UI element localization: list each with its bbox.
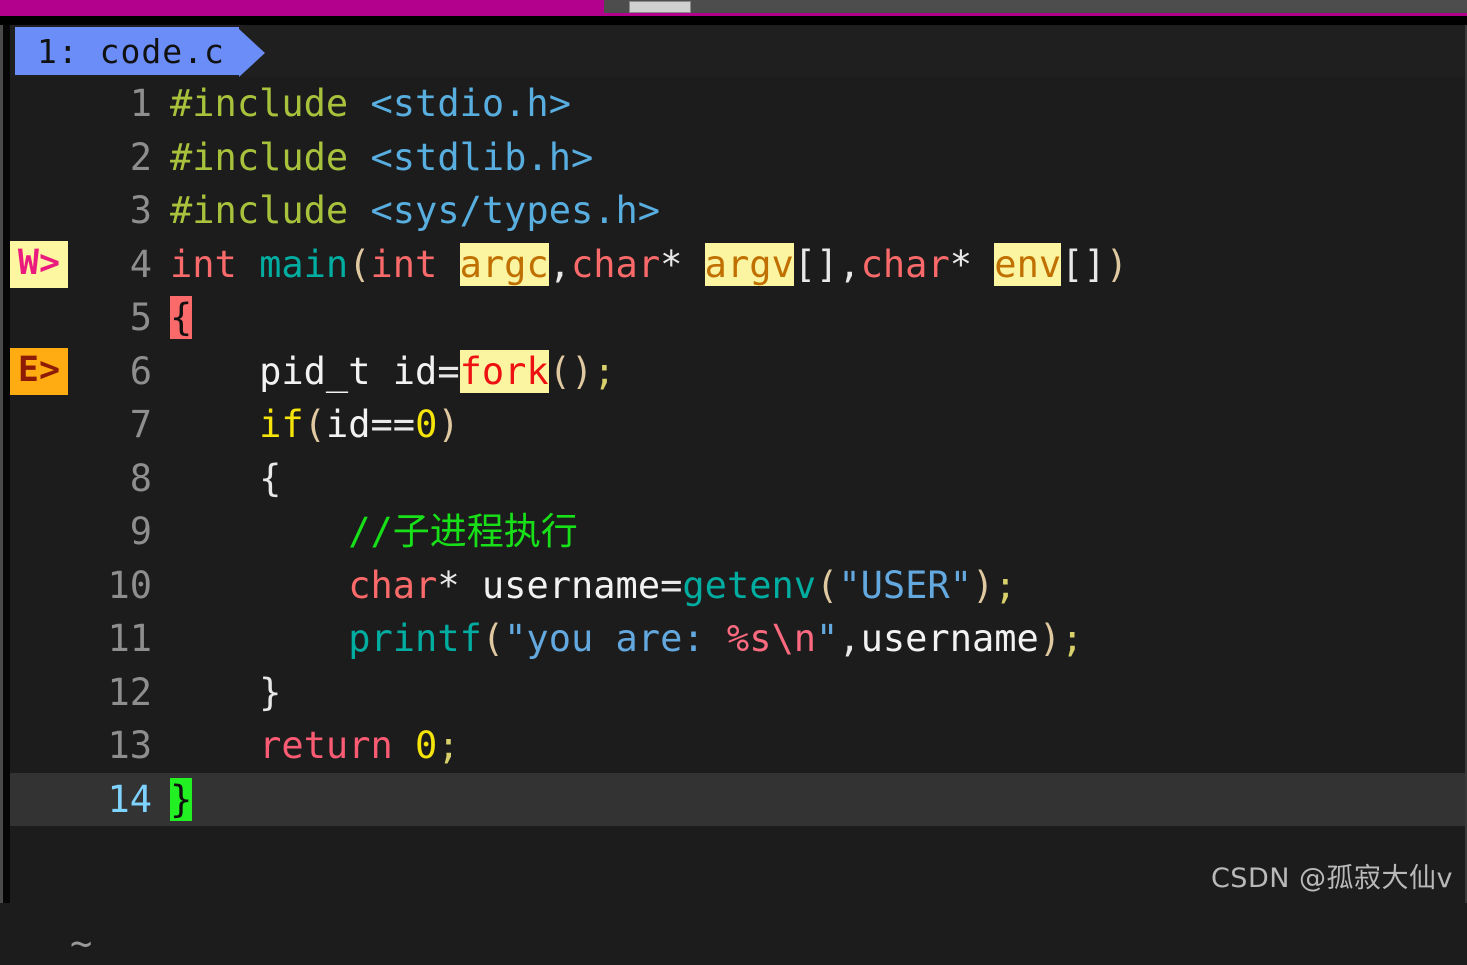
line-number: 7: [129, 403, 152, 446]
line-source: //子进程执行: [348, 510, 578, 553]
line-source: char* username=getenv("USER");: [348, 563, 1017, 607]
line-number: 9: [129, 510, 152, 553]
line-source: }: [259, 670, 282, 714]
line-source: printf("you are: %s\n",username);: [348, 617, 1084, 660]
code-line[interactable]: E> 6 pid_t id=fork();: [10, 345, 1465, 399]
line-source: int main(int argc,char* argv[],char* env…: [170, 242, 1128, 286]
browser-top-strip: [0, 0, 1467, 16]
line-number: 13: [107, 724, 152, 767]
line-source: #include <stdio.h>: [170, 82, 571, 125]
line-number: 11: [107, 617, 152, 660]
line-source: {: [259, 456, 282, 500]
horizontal-scrollbar-thumb[interactable]: [629, 1, 691, 13]
progress-bar: [0, 0, 604, 14]
text-cursor: }: [170, 777, 193, 821]
code-line[interactable]: 8 {: [10, 452, 1465, 506]
code-line[interactable]: 2 #include <stdlib.h>: [10, 131, 1465, 185]
tab-label: 1: code.c: [37, 31, 225, 71]
line-number: 10: [107, 563, 152, 607]
line-source: #include <sys/types.h>: [170, 189, 661, 232]
line-source: return 0;: [259, 724, 460, 767]
code-line[interactable]: 1 #include <stdio.h>: [10, 77, 1465, 131]
line-source: if(id==0): [259, 403, 460, 446]
code-line[interactable]: 5 {: [10, 291, 1465, 345]
tab-code-c[interactable]: 1: code.c: [15, 27, 265, 77]
line-number: 8: [129, 456, 152, 500]
code-line[interactable]: 13 return 0;: [10, 719, 1465, 773]
line-number: 5: [129, 296, 152, 339]
code-line[interactable]: 9 //子进程执行: [10, 505, 1465, 559]
window-left-black-edge: [3, 25, 10, 903]
top-black-gap: [0, 16, 1467, 25]
line-number: 12: [107, 670, 152, 714]
line-number-current: 14: [107, 777, 152, 821]
code-area[interactable]: 1 #include <stdio.h> 2 #include <stdlib.…: [10, 77, 1465, 965]
editor-window: 1: code.c 1 #include <stdio.h> 2 #includ…: [0, 25, 1467, 965]
line-source: pid_t id=fork();: [259, 349, 616, 393]
tab-bar: 1: code.c: [10, 25, 1465, 77]
code-line-current[interactable]: 14 }: [10, 772, 1465, 827]
code-line[interactable]: 10 char* username=getenv("USER");: [10, 559, 1465, 613]
line-source: }: [170, 773, 1465, 827]
sign-error[interactable]: E>: [10, 347, 68, 395]
line-number: 3: [129, 189, 152, 232]
code-line[interactable]: 11 printf("you are: %s\n",username);: [10, 612, 1465, 666]
line-source: #include <stdlib.h>: [170, 135, 594, 179]
tab-arrow-icon: [238, 29, 265, 77]
code-line[interactable]: 3 #include <sys/types.h>: [10, 184, 1465, 238]
line-number: 2: [129, 135, 152, 179]
line-number: 1: [129, 82, 152, 125]
code-line[interactable]: 12 }: [10, 666, 1465, 720]
sign-warning[interactable]: W>: [10, 240, 68, 288]
csdn-watermark: CSDN @孤寂大仙v: [1210, 863, 1453, 894]
line-source: {: [170, 296, 193, 339]
code-line[interactable]: W> 4 int main(int argc,char* argv[],char…: [10, 238, 1465, 292]
empty-line-marker: ~: [70, 922, 93, 965]
code-line[interactable]: 7 if(id==0): [10, 398, 1465, 452]
